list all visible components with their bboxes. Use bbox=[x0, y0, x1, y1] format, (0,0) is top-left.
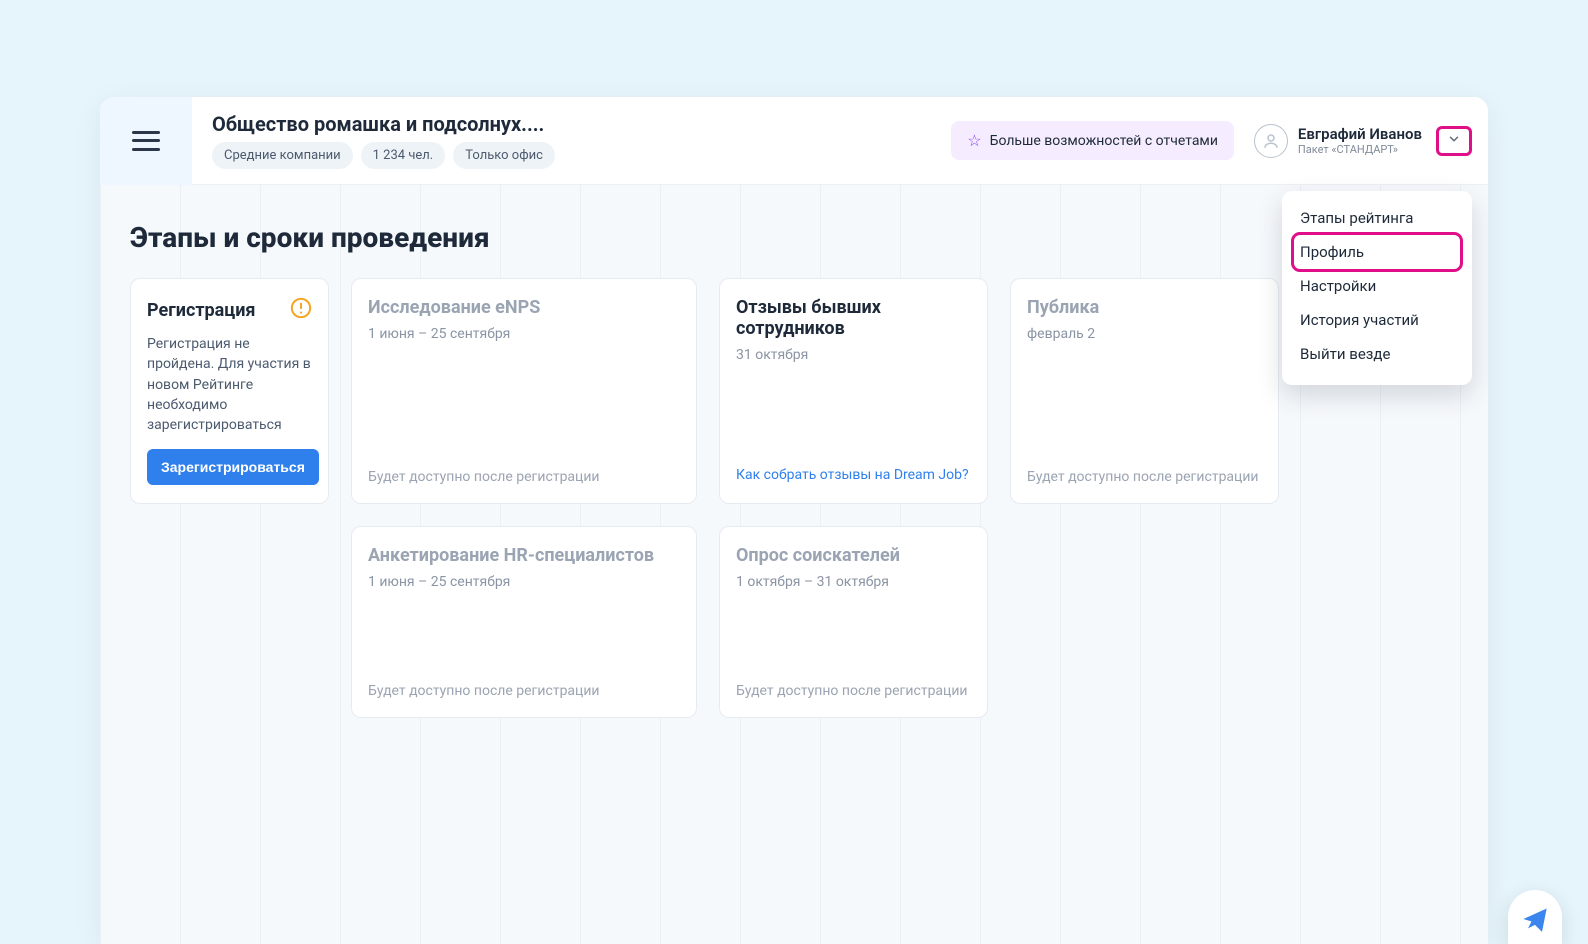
alert-icon bbox=[290, 297, 312, 324]
card-title-text: Исследование eNPS bbox=[368, 297, 540, 318]
paper-plane-icon bbox=[1521, 901, 1549, 933]
card-applicants: Опрос соискателей 1 октября – 31 октября… bbox=[719, 526, 988, 718]
dropdown-item-settings[interactable]: Настройки bbox=[1294, 269, 1460, 303]
dropdown-item-profile[interactable]: Профиль bbox=[1294, 235, 1460, 269]
card-dates: 31 октября bbox=[736, 347, 971, 363]
card-publication: Публика февраль 2 Будет доступно после р… bbox=[1010, 278, 1279, 504]
star-icon: ☆ bbox=[967, 131, 981, 150]
card-enps: Исследование eNPS 1 июня – 25 сентября Б… bbox=[351, 278, 697, 504]
locked-note: Будет доступно после регистрации bbox=[1027, 469, 1262, 485]
locked-note: Будет доступно после регистрации bbox=[736, 683, 971, 699]
menu-button[interactable] bbox=[132, 131, 160, 151]
card-title-text: Анкетирование HR-специалистов bbox=[368, 545, 654, 566]
company-tag: Только офис bbox=[453, 142, 555, 169]
telegram-fab[interactable] bbox=[1508, 890, 1562, 944]
user-menu-toggle[interactable] bbox=[1436, 126, 1472, 156]
promo-label: Больше возможностей с отчетами bbox=[990, 133, 1218, 149]
page-title: Этапы и сроки проведения bbox=[130, 221, 1458, 254]
locked-note: Будет доступно после регистрации bbox=[368, 469, 680, 485]
user-plan: Пакет «СТАНДАРТ» bbox=[1298, 143, 1422, 156]
card-title-text: Опрос соискателей bbox=[736, 545, 900, 566]
company-block: Общество ромашка и подсолнух.... Средние… bbox=[212, 112, 555, 169]
dropdown-item-history[interactable]: История участий bbox=[1294, 303, 1460, 337]
card-reviews: Отзывы бывших сотрудников 31 октября Как… bbox=[719, 278, 988, 504]
stage-grid: Регистрация Регистрация не пройдена. Для… bbox=[130, 278, 1458, 718]
user-text: Евграфий Иванов Пакет «СТАНДАРТ» bbox=[1298, 125, 1422, 156]
company-title: Общество ромашка и подсолнух.... bbox=[212, 112, 555, 136]
card-dates: февраль 2 bbox=[1027, 326, 1262, 342]
user-dropdown: Этапы рейтинга Профиль Настройки История… bbox=[1282, 191, 1472, 385]
company-tags: Средние компании 1 234 чел. Только офис bbox=[212, 142, 555, 169]
menu-button-cell bbox=[100, 97, 192, 185]
user-name: Евграфий Иванов bbox=[1298, 125, 1422, 143]
card-registration: Регистрация Регистрация не пройдена. Для… bbox=[130, 278, 329, 504]
company-tag: 1 234 чел. bbox=[361, 142, 446, 169]
app-frame: Общество ромашка и подсолнух.... Средние… bbox=[100, 97, 1488, 944]
card-title-text: Отзывы бывших сотрудников bbox=[736, 297, 971, 339]
register-button[interactable]: Зарегистрироваться bbox=[147, 449, 319, 485]
card-dates: 1 июня – 25 сентября bbox=[368, 326, 680, 342]
locked-note: Будет доступно после регистрации bbox=[368, 683, 680, 699]
dropdown-item-stages[interactable]: Этапы рейтинга bbox=[1294, 201, 1460, 235]
card-title-text: Публика bbox=[1027, 297, 1099, 318]
card-link-dreamjob[interactable]: Как собрать отзывы на Dream Job? bbox=[736, 465, 971, 485]
card-title-text: Регистрация bbox=[147, 300, 256, 321]
user-cluster: Евграфий Иванов Пакет «СТАНДАРТ» bbox=[1254, 124, 1472, 158]
company-tag: Средние компании bbox=[212, 142, 353, 169]
card-dates: 1 июня – 25 сентября bbox=[368, 574, 680, 590]
chevron-down-icon bbox=[1447, 131, 1461, 150]
app-header: Общество ромашка и подсолнух.... Средние… bbox=[100, 97, 1488, 185]
avatar-icon bbox=[1254, 124, 1288, 158]
content-area: Этапы и сроки проведения Регистрация Рег… bbox=[100, 185, 1488, 944]
card-hr-survey: Анкетирование HR-специалистов 1 июня – 2… bbox=[351, 526, 697, 718]
card-description: Регистрация не пройдена. Для участия в н… bbox=[147, 334, 312, 435]
promo-reports-button[interactable]: ☆ Больше возможностей с отчетами bbox=[951, 121, 1234, 160]
dropdown-item-logout-all[interactable]: Выйти везде bbox=[1294, 337, 1460, 371]
card-dates: 1 октября – 31 октября bbox=[736, 574, 971, 590]
